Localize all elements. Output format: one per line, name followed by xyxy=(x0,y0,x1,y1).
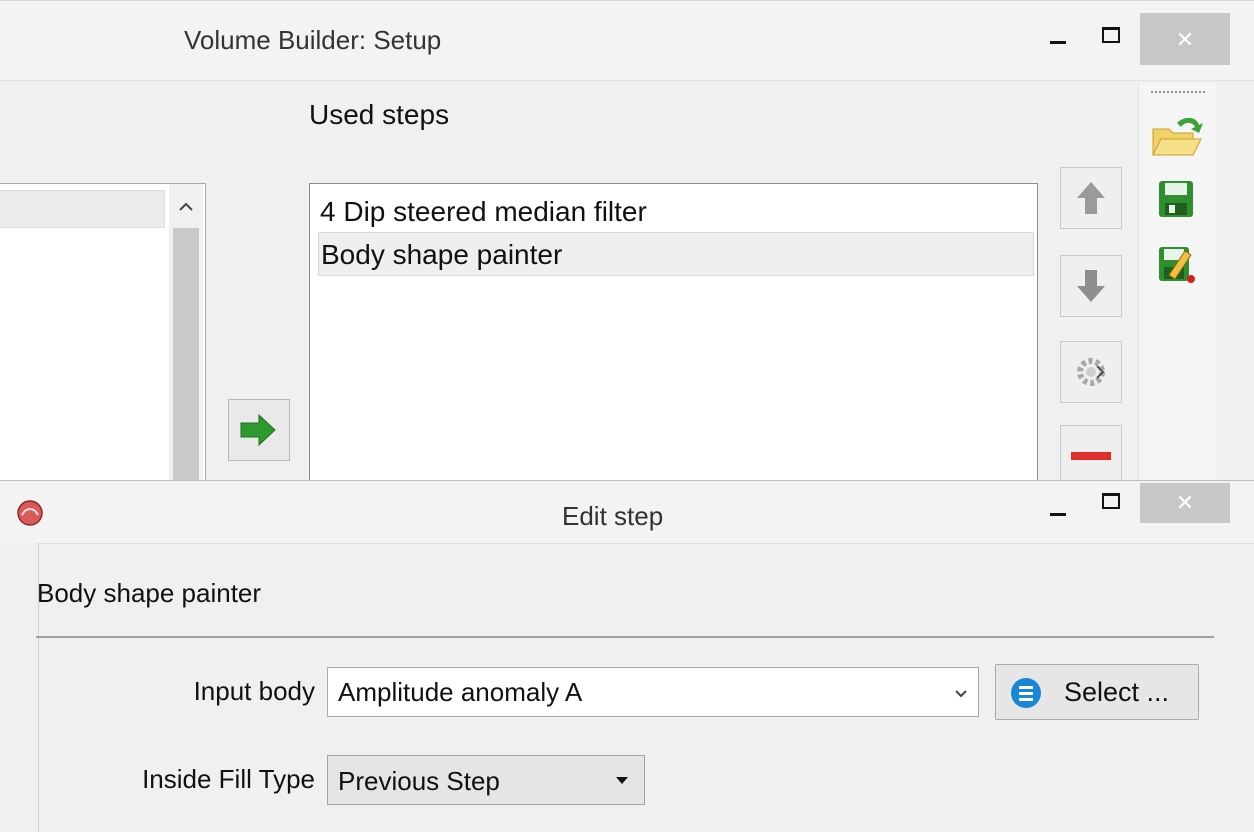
setup-window-title: Volume Builder: Setup xyxy=(184,25,442,55)
dropdown-arrow-icon xyxy=(616,777,628,784)
setup-titlebar: Volume Builder: Setup ✕ xyxy=(0,1,1254,81)
toolbar-grip[interactable] xyxy=(1151,91,1205,95)
save-as-icon xyxy=(1159,247,1195,283)
list-item-selected[interactable]: Body shape painter xyxy=(318,232,1034,276)
inside-fill-type-label: Inside Fill Type xyxy=(142,764,315,794)
open-folder-icon xyxy=(1152,117,1203,156)
edit-step-titlebar: Edit step ✕ xyxy=(0,481,1254,543)
separator xyxy=(36,636,1214,638)
select-body-button[interactable]: Select ... xyxy=(995,664,1199,720)
open-folder-button[interactable] xyxy=(1147,111,1207,161)
close-button[interactable]: ✕ xyxy=(1140,13,1230,65)
available-steps-list[interactable] xyxy=(0,183,206,484)
edit-window-title: Edit step xyxy=(562,501,664,531)
green-arrow-right-icon xyxy=(240,413,276,447)
save-button[interactable] xyxy=(1147,175,1207,225)
used-steps-list[interactable]: 4 Dip steered median filter Body shape p… xyxy=(309,183,1038,483)
arrow-down-icon xyxy=(1077,270,1105,302)
app-icon xyxy=(17,500,43,526)
gear-icon xyxy=(1077,358,1105,386)
scrollbar-thumb[interactable] xyxy=(173,228,199,484)
maximize-button[interactable] xyxy=(1094,19,1130,55)
step-properties-button[interactable] xyxy=(1060,341,1122,403)
close-button[interactable]: ✕ xyxy=(1140,483,1230,523)
minimize-icon xyxy=(1050,41,1066,44)
vertical-scrollbar[interactable] xyxy=(169,184,203,484)
maximize-icon xyxy=(1102,493,1120,509)
volume-builder-setup-window: Volume Builder: Setup ✕ Used steps 4 Dip… xyxy=(0,0,1254,484)
minimize-icon xyxy=(1050,513,1066,516)
select-button-label: Select ... xyxy=(1064,677,1170,707)
maximize-icon xyxy=(1102,27,1120,43)
list-item[interactable] xyxy=(0,190,165,228)
list-item[interactable]: 4 Dip steered median filter xyxy=(318,190,1034,234)
arrow-up-icon xyxy=(1077,182,1105,214)
inside-fill-type-dropdown[interactable]: Previous Step xyxy=(327,755,645,805)
minus-icon xyxy=(1071,452,1111,460)
remove-step-button[interactable] xyxy=(1060,425,1122,481)
close-icon: ✕ xyxy=(1175,490,1195,515)
step-name-heading: Body shape painter xyxy=(37,578,262,608)
close-icon: ✕ xyxy=(1175,27,1195,52)
save-icon xyxy=(1159,181,1193,217)
maximize-button[interactable] xyxy=(1094,485,1130,521)
add-step-button[interactable] xyxy=(228,399,290,461)
input-body-value: Amplitude anomaly A xyxy=(338,677,583,707)
minimize-button[interactable] xyxy=(1040,19,1076,55)
chevron-down-icon xyxy=(954,668,968,718)
used-steps-label: Used steps xyxy=(309,99,450,130)
move-up-button[interactable] xyxy=(1060,167,1122,229)
input-body-combobox[interactable]: Amplitude anomaly A xyxy=(327,667,979,717)
scroll-up-icon[interactable] xyxy=(169,184,203,224)
inside-fill-type-value: Previous Step xyxy=(338,766,500,796)
save-as-button[interactable] xyxy=(1147,239,1207,289)
move-down-button[interactable] xyxy=(1060,255,1122,317)
list-icon xyxy=(1011,678,1041,708)
input-body-label: Input body xyxy=(193,676,315,706)
minimize-button[interactable] xyxy=(1040,491,1076,527)
file-toolbar xyxy=(1138,83,1216,481)
